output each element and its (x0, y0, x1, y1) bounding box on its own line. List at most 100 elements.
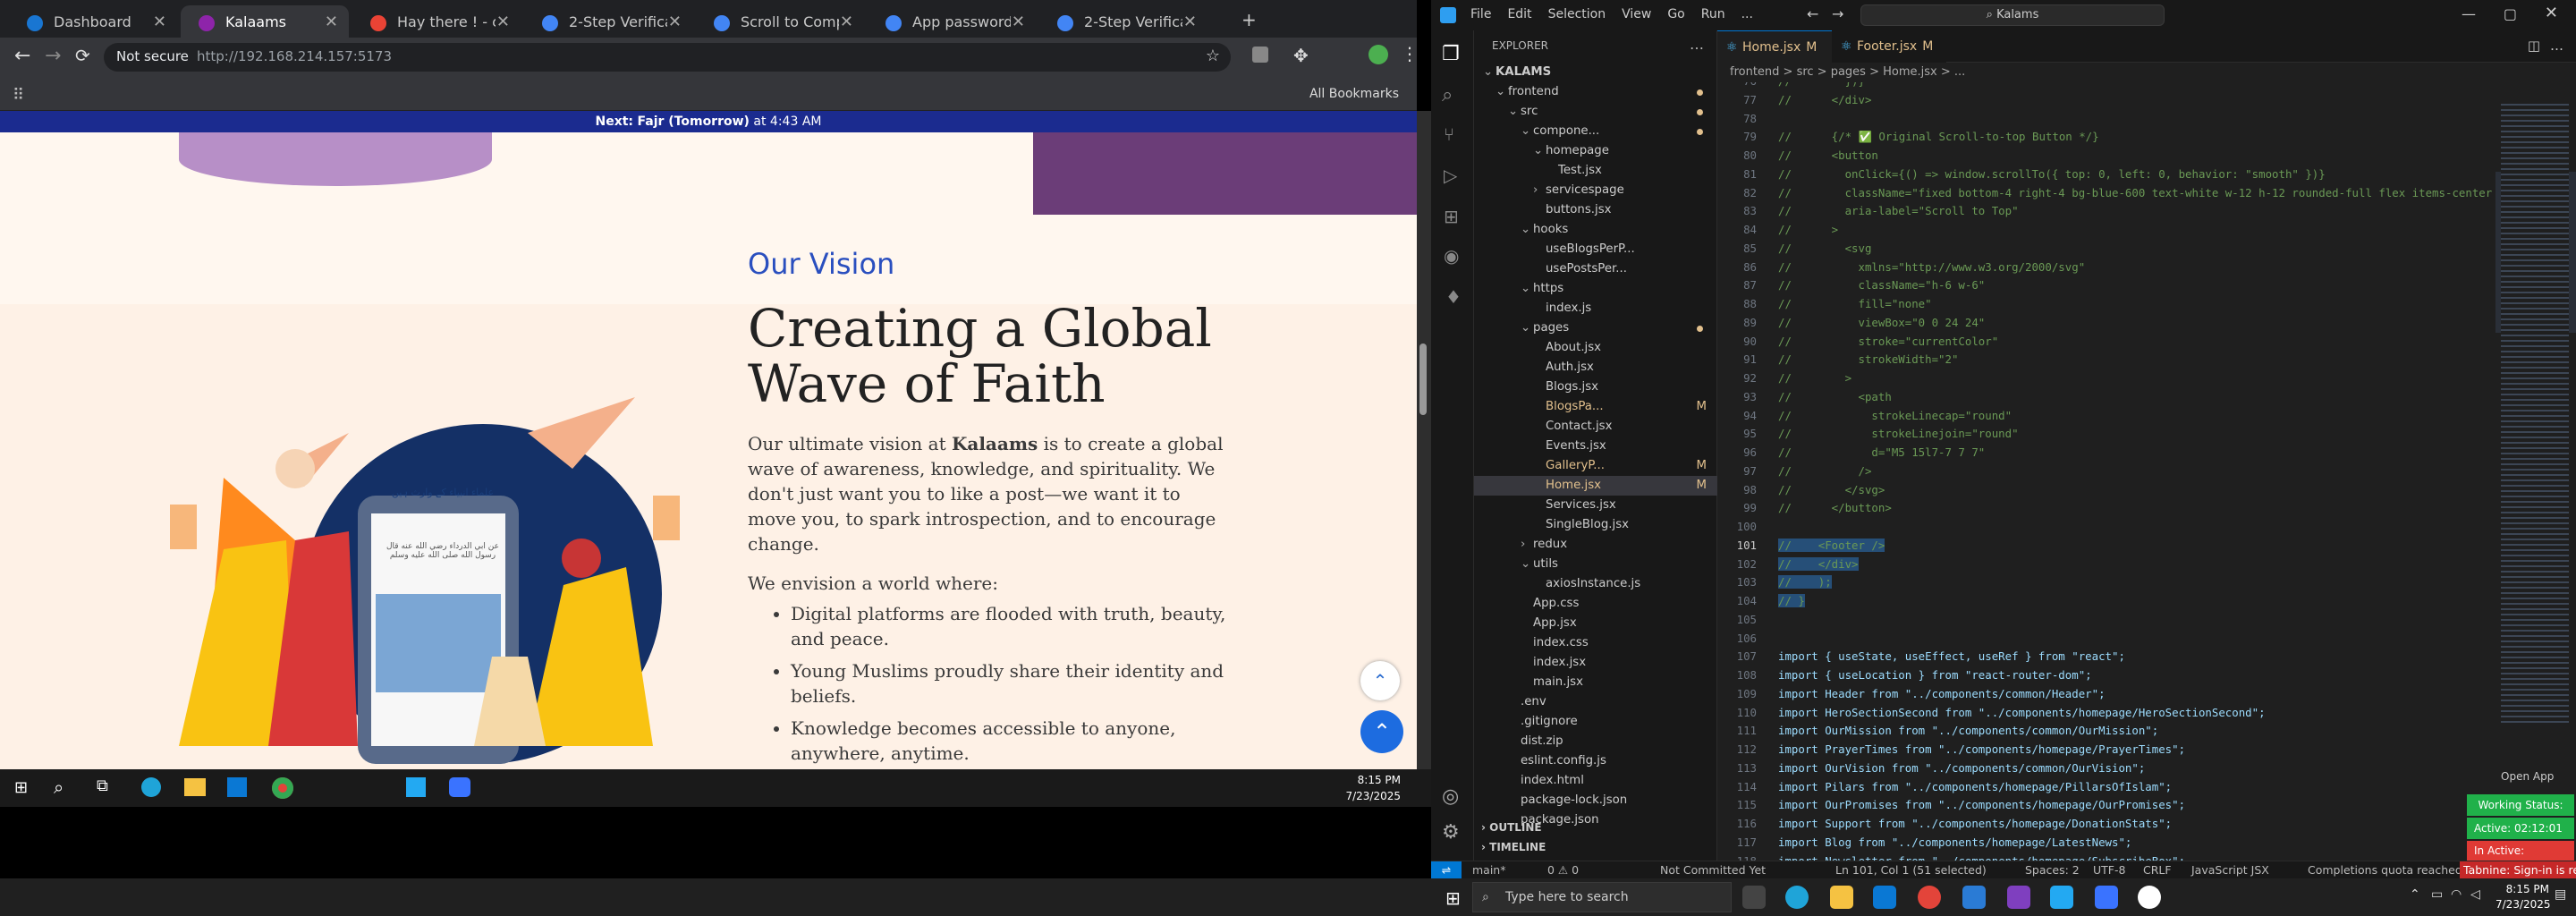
remote-desktop-icon[interactable] (1962, 886, 1986, 909)
indent-spaces[interactable]: Spaces: 2 (2025, 861, 2080, 879)
tree-item[interactable]: Contact.jsx (1474, 417, 1717, 437)
github-icon[interactable]: ◉ (1444, 245, 1459, 267)
breadcrumb[interactable]: frontend > src > pages > Home.jsx > ... (1717, 63, 2576, 82)
account-icon[interactable]: ◎ (1442, 785, 1459, 808)
star-icon[interactable]: ☆ (1206, 47, 1220, 65)
network-icon[interactable]: ▭ (2431, 887, 2443, 902)
tree-item[interactable]: SingleBlog.jsx (1474, 515, 1717, 535)
store-icon[interactable] (227, 777, 247, 797)
encoding[interactable]: UTF-8 (2093, 861, 2125, 879)
menu-item[interactable]: Edit (1507, 7, 1531, 21)
tree-item[interactable]: package-lock.json (1474, 791, 1717, 810)
tree-item[interactable]: .env (1474, 692, 1717, 712)
inner-clock[interactable]: 8:15 PM 7/23/2025 (1345, 772, 1401, 804)
chrome-icon[interactable] (1918, 886, 1941, 909)
browser-tab[interactable]: 2-Step Verification✕ (524, 5, 692, 38)
more-actions-icon[interactable]: … (2550, 38, 2563, 54)
extension-icon[interactable] (1252, 47, 1268, 63)
browser-tab[interactable]: Dashboard ✕ (9, 5, 177, 38)
zoom-icon[interactable] (2095, 886, 2118, 909)
menu-item[interactable]: Selection (1548, 7, 1606, 21)
tree-item[interactable]: Blogs.jsx (1474, 377, 1717, 397)
tree-item[interactable]: .gitignore (1474, 712, 1717, 732)
command-center[interactable]: ⌕ Kalams (1860, 4, 2165, 26)
browser-tab[interactable]: 2-Step Verification✕ (1039, 5, 1208, 38)
file-explorer-icon[interactable] (184, 778, 206, 796)
mongodb-leaf-icon[interactable]: ♦ (1445, 286, 1462, 308)
tree-item[interactable]: App.jsx (1474, 614, 1717, 633)
copilot-quota[interactable]: Completions quota reached (2308, 861, 2462, 879)
minimap[interactable] (2496, 82, 2576, 861)
zoom-icon[interactable] (449, 777, 470, 797)
source-control-icon[interactable]: ⑂ (1444, 123, 1454, 145)
store-icon[interactable] (1873, 886, 1896, 909)
system-clock[interactable]: 8:15 PM 7/23/2025 (2496, 882, 2551, 912)
page-scrollbar[interactable] (1417, 111, 1431, 769)
menu-item[interactable]: Run (1701, 7, 1725, 21)
windows-start-icon[interactable]: ⊞ (1445, 887, 1461, 909)
tab-close-icon[interactable]: ✕ (496, 13, 510, 31)
back-icon[interactable]: ← (14, 45, 30, 67)
editor-tab[interactable]: ⚛ Home.jsx M (1717, 30, 1832, 63)
wifi-icon[interactable]: ◠ (2451, 887, 2462, 902)
volume-icon[interactable]: ◁ (2470, 887, 2480, 902)
tabnine-status[interactable]: Tabnine: Sign-in is required (2460, 861, 2576, 879)
task-view-icon[interactable]: ⧉ (97, 776, 108, 795)
more-actions-icon[interactable]: … (1690, 36, 1704, 53)
maximize-icon[interactable]: ▢ (2504, 5, 2517, 22)
tab-close-icon[interactable]: ✕ (1012, 13, 1025, 31)
menu-item[interactable]: View (1622, 7, 1651, 21)
tree-item[interactable]: dist.zip (1474, 732, 1717, 751)
explorer-icon[interactable]: ❐ (1442, 43, 1460, 65)
forward-icon[interactable]: → (45, 45, 61, 67)
scrollbar-thumb[interactable] (1419, 344, 1427, 415)
tree-item[interactable]: App.css (1474, 594, 1717, 614)
menu-item[interactable]: Go (1667, 7, 1684, 21)
tree-item[interactable]: Services.jsx (1474, 496, 1717, 515)
tab-close-icon[interactable]: ✕ (325, 13, 338, 31)
plus-icon[interactable]: + (1241, 9, 1257, 30)
tree-item[interactable]: ⌄ frontend (1474, 82, 1717, 102)
file-explorer-icon[interactable] (1830, 886, 1853, 909)
tree-item[interactable]: useBlogsPerP... (1474, 240, 1717, 259)
tree-item[interactable]: › servicespage (1474, 181, 1717, 200)
browser-tab[interactable]: Scroll to Components✕ (696, 5, 864, 38)
language-mode[interactable]: JavaScript JSX (2191, 861, 2269, 879)
reload-icon[interactable]: ⟳ (75, 45, 90, 66)
open-app-label[interactable]: Open App (2501, 770, 2554, 783)
problems-count[interactable]: 0 ⚠ 0 (1547, 861, 1579, 879)
settings-gear-icon[interactable]: ⚙ (1442, 821, 1460, 844)
edge-icon[interactable] (141, 777, 161, 797)
tree-item[interactable]: ⌄ utils (1474, 555, 1717, 574)
browser-tab[interactable]: Hay there ! - contan@✕ (352, 5, 521, 38)
github-desktop-icon[interactable] (2007, 886, 2030, 909)
browser-tab[interactable]: App passwords ✕ (868, 5, 1036, 38)
tree-item[interactable]: About.jsx (1474, 338, 1717, 358)
run-debug-icon[interactable]: ▷ (1444, 165, 1457, 186)
tab-close-icon[interactable]: ✕ (840, 13, 853, 31)
cursor-position[interactable]: Ln 101, Col 1 (51 selected) (1835, 861, 1987, 879)
tree-item[interactable]: ⌄ src (1474, 102, 1717, 122)
tree-item[interactable]: ⌄ KALAMS (1474, 63, 1717, 82)
tree-item[interactable]: index.js (1474, 299, 1717, 318)
tree-item[interactable]: Test.jsx (1474, 161, 1717, 181)
tree-item[interactable]: Home.jsx M (1474, 476, 1717, 496)
eol[interactable]: CRLF (2143, 861, 2172, 879)
search-icon[interactable]: ⌕ (54, 776, 64, 798)
minimize-icon[interactable]: — (2462, 5, 2476, 22)
chrome-icon[interactable] (272, 777, 293, 799)
back-arrow-icon[interactable]: ← (1807, 5, 1818, 22)
browser-tab[interactable]: Kalaams ✕ (181, 5, 349, 38)
git-branch[interactable]: main* (1472, 861, 1505, 879)
tab-close-icon[interactable]: ✕ (153, 13, 166, 31)
tracker-app-icon[interactable] (2138, 886, 2161, 909)
tree-item[interactable]: usePostsPer... (1474, 259, 1717, 279)
tree-item[interactable]: ⌄ homepage (1474, 141, 1717, 161)
tree-item[interactable]: ⌄ hooks (1474, 220, 1717, 240)
scroll-to-top-button[interactable]: ⌃ (1360, 710, 1403, 753)
edge-icon[interactable] (1785, 886, 1809, 909)
not-secure-label[interactable]: Not secure (116, 48, 189, 64)
tree-item[interactable]: index.css (1474, 633, 1717, 653)
all-bookmarks[interactable]: All Bookmarks (1309, 87, 1399, 101)
kebab-menu-icon[interactable]: ⋮ (1401, 43, 1419, 64)
